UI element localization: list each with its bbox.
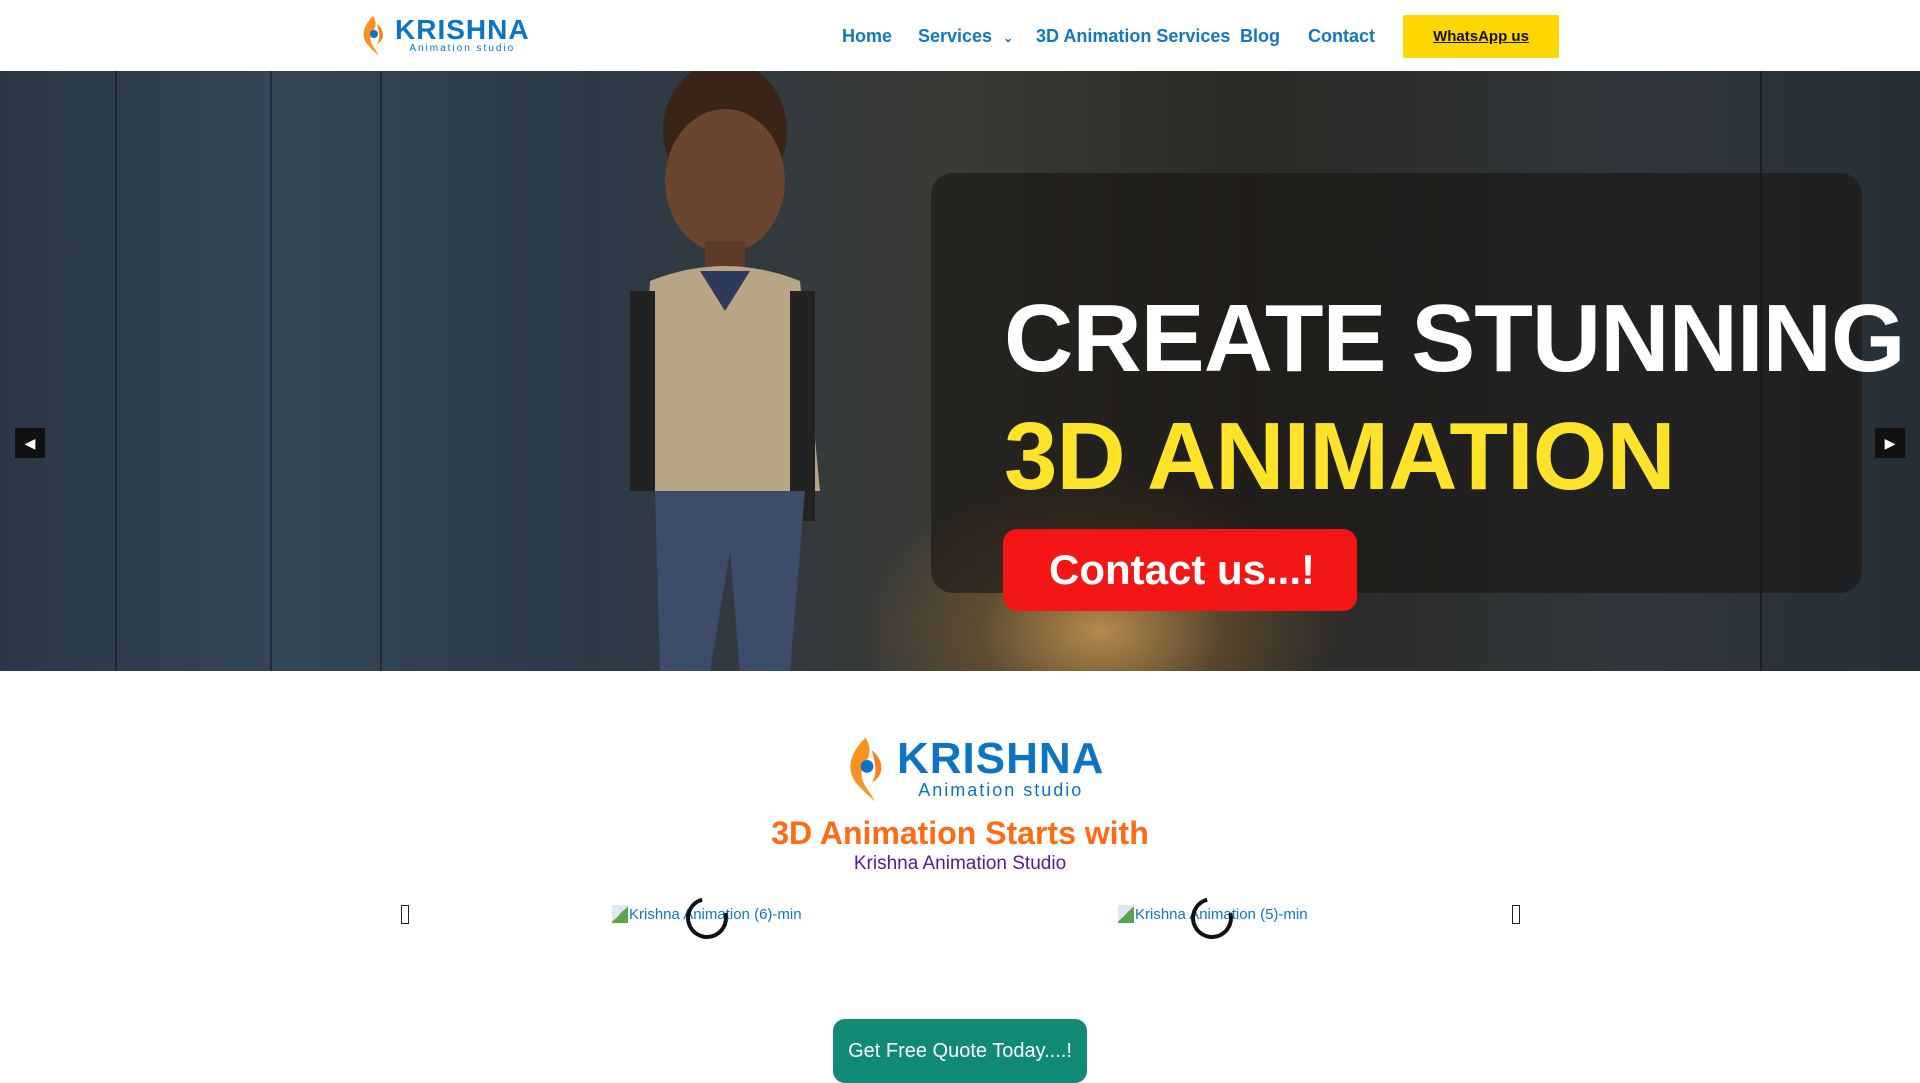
- slider-prev-button[interactable]: ◀: [15, 428, 45, 458]
- site-logo[interactable]: KRISHNA Animation studio: [359, 14, 530, 56]
- site-header: KRISHNA Animation studio Home Services ⌄…: [0, 0, 1920, 71]
- intro-logo: KRISHNA Animation studio: [843, 732, 1104, 804]
- contact-us-button[interactable]: Contact us...!: [1003, 529, 1357, 611]
- intro-headline: 3D Animation Starts with: [771, 815, 1149, 851]
- locker-divider: [380, 71, 382, 671]
- logo-name: KRISHNA: [897, 734, 1105, 783]
- flame-logo-icon: [850, 737, 882, 802]
- nav-contact[interactable]: Contact: [1308, 26, 1375, 47]
- logo-name: KRISHNA: [395, 14, 530, 45]
- carousel-next-icon[interactable]: [1512, 905, 1520, 924]
- loading-spinner-icon: [1183, 889, 1241, 947]
- character-illustration: [630, 71, 820, 671]
- chevron-down-icon: ⌄: [1003, 31, 1014, 45]
- hero-title-line2: 3D ANIMATION: [1004, 403, 1676, 510]
- loading-spinner-icon: [678, 889, 736, 947]
- caret-right-icon: ▶: [1884, 434, 1896, 451]
- nav-blog[interactable]: Blog: [1240, 26, 1280, 47]
- whatsapp-button[interactable]: WhatsApp us: [1403, 15, 1559, 58]
- caret-left-icon: ◀: [24, 434, 36, 451]
- logo-tagline: Animation studio: [409, 43, 516, 54]
- broken-image-icon: [1118, 905, 1134, 923]
- locker-divider: [270, 71, 272, 671]
- slider-next-button[interactable]: ▶: [1875, 428, 1905, 458]
- hero-slider: CREATE STUNNING 3D ANIMATION Contact us.…: [0, 71, 1920, 671]
- nav-home[interactable]: Home: [842, 26, 892, 47]
- get-free-quote-button[interactable]: Get Free Quote Today....!: [833, 1019, 1087, 1083]
- hero-title-line1: CREATE STUNNING: [1004, 285, 1906, 392]
- logo-tagline: Animation studio: [918, 780, 1084, 800]
- flame-logo-icon: [363, 16, 383, 56]
- intro-subheadline: Krishna Animation Studio: [853, 853, 1067, 874]
- nav-services-label: Services: [918, 26, 993, 46]
- nav-3d-animation-services[interactable]: 3D Animation Services: [1036, 26, 1230, 47]
- nav-services[interactable]: Services ⌄: [918, 26, 1013, 47]
- locker-divider: [115, 71, 117, 671]
- broken-image-icon: [612, 905, 628, 923]
- carousel-prev-icon[interactable]: [401, 905, 409, 924]
